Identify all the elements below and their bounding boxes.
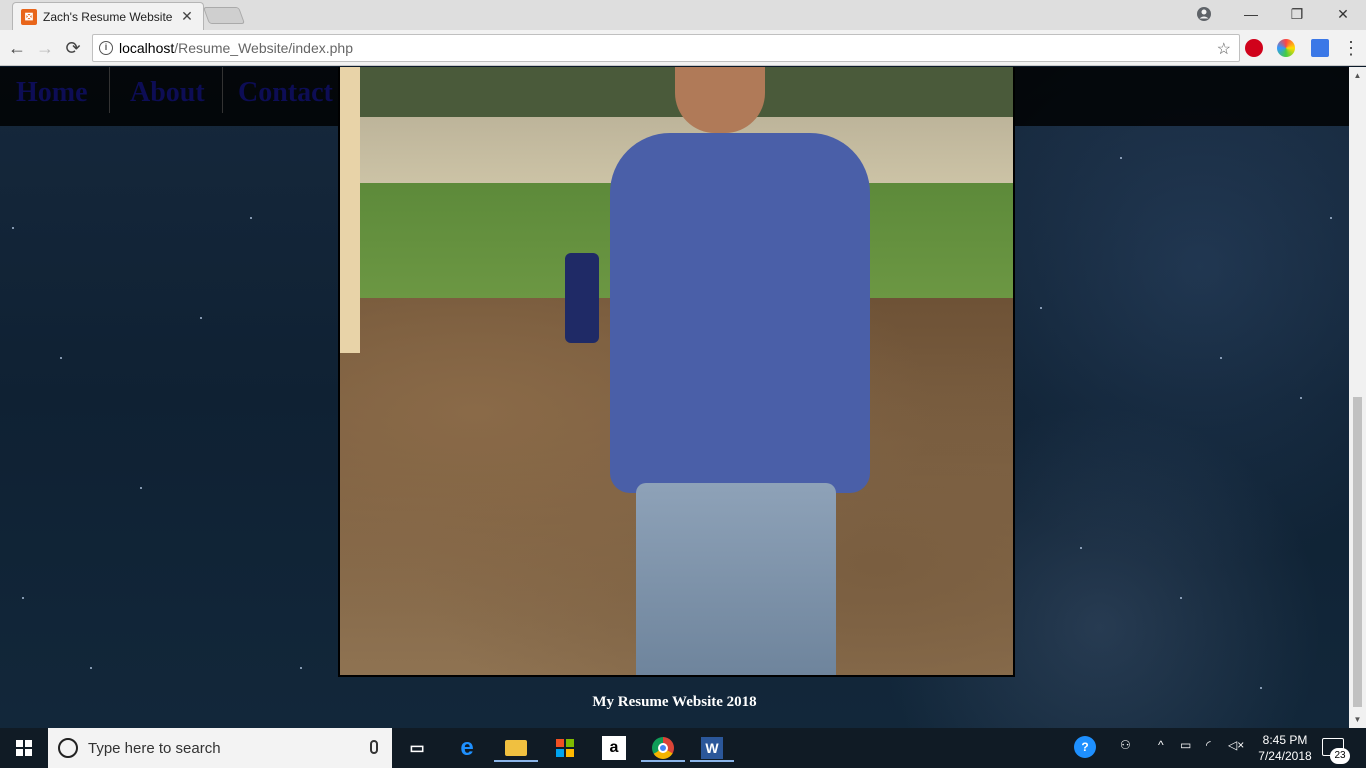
footer-text: My Resume Website 2018 <box>592 694 757 710</box>
browser-tab[interactable]: ⊠ Zach's Resume Website ✕ <box>12 2 204 30</box>
page-scrollbar[interactable]: ▲ ▼ <box>1349 67 1366 728</box>
nav-link-contact[interactable]: Contact <box>238 77 333 109</box>
taskbar-clock[interactable]: 8:45 PM 7/24/2018 <box>1252 732 1318 764</box>
nav-link-home[interactable]: Home <box>16 77 88 109</box>
chrome-menu-icon[interactable]: ⋮ <box>1340 37 1362 59</box>
search-placeholder: Type here to search <box>88 739 221 757</box>
show-hidden-icons-icon[interactable]: ^ <box>1158 738 1164 752</box>
clock-time: 8:45 PM <box>1262 733 1308 747</box>
color-picker-extension-icon[interactable] <box>1277 39 1295 57</box>
chrome-icon[interactable] <box>641 734 685 762</box>
battery-icon[interactable]: ▭ <box>1180 738 1191 752</box>
nav-divider <box>109 67 110 113</box>
eyedropper-extension-icon[interactable] <box>1311 39 1329 57</box>
windows-taskbar: Type here to search ▭ e a W ? ⚇ ^ ▭ ◜ ◁×… <box>0 728 1366 768</box>
amazon-icon[interactable]: a <box>600 734 628 762</box>
scroll-down-arrow-icon[interactable]: ▼ <box>1349 711 1366 728</box>
profile-photo <box>338 67 1015 677</box>
close-window-button[interactable]: ✕ <box>1320 0 1366 28</box>
microphone-icon[interactable] <box>370 740 378 754</box>
reload-button[interactable]: ⟳ <box>62 37 84 59</box>
help-icon[interactable]: ? <box>1074 736 1096 758</box>
minimize-button[interactable]: — <box>1228 0 1274 28</box>
url-path: /Resume_Website/index.php <box>174 40 353 56</box>
xampp-favicon-icon: ⊠ <box>21 8 37 25</box>
back-button[interactable]: ← <box>6 37 28 59</box>
nav-link-about[interactable]: About <box>130 77 205 109</box>
store-icon[interactable] <box>551 734 579 762</box>
clock-date: 7/24/2018 <box>1258 749 1312 763</box>
volume-muted-icon[interactable]: ◁× <box>1228 738 1244 752</box>
address-bar[interactable]: i localhost /Resume_Website/index.php ☆ <box>92 34 1240 62</box>
scroll-up-arrow-icon[interactable]: ▲ <box>1349 67 1366 84</box>
windows-logo-icon <box>16 740 32 756</box>
word-icon[interactable]: W <box>690 734 734 762</box>
nav-divider <box>222 67 223 113</box>
people-icon[interactable]: ⚇ <box>1120 738 1131 752</box>
start-button[interactable] <box>0 728 48 768</box>
file-explorer-icon[interactable] <box>494 734 538 762</box>
new-tab-button[interactable] <box>202 7 246 24</box>
bookmark-star-icon[interactable]: ☆ <box>1217 39 1231 59</box>
profile-icon[interactable] <box>1196 6 1212 22</box>
tab-title: Zach's Resume Website <box>43 9 173 24</box>
cortana-icon <box>58 738 78 758</box>
info-icon[interactable]: i <box>99 41 113 55</box>
task-view-icon[interactable]: ▭ <box>403 734 431 762</box>
taskbar-search[interactable]: Type here to search <box>48 728 392 768</box>
page-viewport: Home About Contact My Resume Website 201… <box>0 67 1349 728</box>
notification-count-badge: 23 <box>1330 748 1350 764</box>
scroll-thumb[interactable] <box>1353 397 1362 707</box>
tab-close-icon[interactable]: ✕ <box>179 8 195 25</box>
restore-button[interactable]: ❐ <box>1274 0 1320 28</box>
adblock-plus-icon[interactable] <box>1245 39 1263 57</box>
url-host: localhost <box>119 40 175 56</box>
browser-toolbar: ← → ⟳ i localhost /Resume_Website/index.… <box>0 30 1366 66</box>
forward-button[interactable]: → <box>34 37 56 59</box>
edge-icon[interactable]: e <box>453 734 481 762</box>
wifi-icon[interactable]: ◜ <box>1206 738 1211 752</box>
browser-tabstrip: ⊠ Zach's Resume Website ✕ — ❐ ✕ <box>0 0 1366 30</box>
